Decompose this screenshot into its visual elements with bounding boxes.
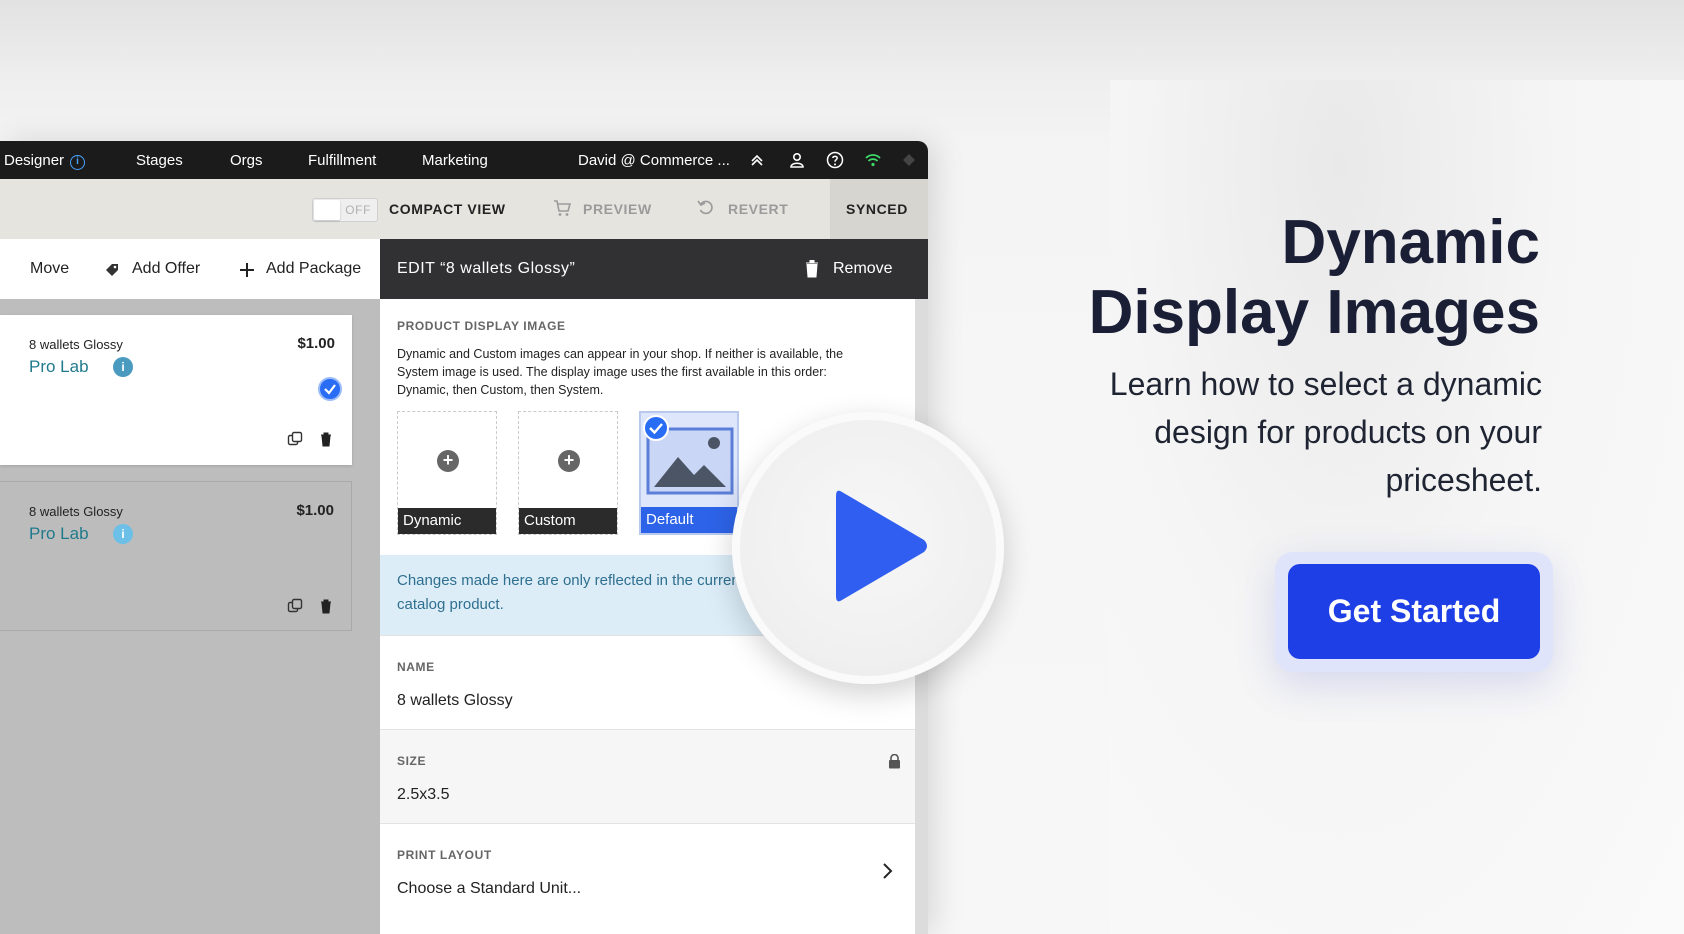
remove-button[interactable]: Remove <box>833 260 893 278</box>
hero-title-line-2: Display Images <box>1088 278 1540 347</box>
nav-stages[interactable]: Stages <box>136 152 183 169</box>
size-field: SIZE 2.5x3.5 <box>380 729 915 823</box>
selected-check-icon <box>643 415 669 441</box>
name-value: 8 wallets Glossy <box>397 692 513 709</box>
product-lab: Pro Lab <box>29 357 89 376</box>
trash-icon[interactable] <box>318 598 334 614</box>
info-icon[interactable]: i <box>70 155 86 170</box>
product-lab: Pro Lab <box>29 524 89 543</box>
wifi-icon <box>865 154 881 167</box>
move-button[interactable]: Move <box>30 260 69 278</box>
compact-view-label: COMPACT VIEW <box>389 201 506 217</box>
hero-subtitle: Learn how to select a dynamic design for… <box>1109 366 1542 498</box>
top-nav: Designer i Stages Orgs Fulfillment Market… <box>0 141 928 179</box>
revert-button[interactable]: REVERT <box>728 201 788 217</box>
print-layout-label: PRINT LAYOUT <box>397 848 492 862</box>
synced-status: SYNCED <box>830 179 928 239</box>
name-label: NAME <box>397 660 435 674</box>
toolbar: OFF COMPACT VIEW PREVIEW REVERT SYNCED <box>0 179 928 239</box>
trash-icon <box>806 260 818 278</box>
toggle-state-label: OFF <box>345 203 371 217</box>
tag-icon <box>106 264 118 276</box>
add-offer-button[interactable]: Add Offer <box>132 260 200 278</box>
info-icon[interactable]: i <box>113 357 133 377</box>
size-value: 2.5x3.5 <box>397 786 450 803</box>
add-icon: + <box>437 450 459 472</box>
product-card[interactable]: 8 wallets Glossy $1.00 Pro Lab i <box>0 481 352 631</box>
tile-label: Default <box>641 507 737 533</box>
size-label: SIZE <box>397 754 427 768</box>
add-package-button[interactable]: Add Package <box>266 260 361 278</box>
action-bar: Move Add Offer Add Package <box>0 239 380 299</box>
chevron-right-icon <box>883 863 893 879</box>
play-video-button[interactable] <box>732 412 1004 684</box>
edit-title: EDIT “8 wallets Glossy” <box>397 260 576 277</box>
tile-label: Custom <box>519 508 617 534</box>
status-diamond-icon <box>903 154 915 166</box>
dynamic-image-tile[interactable]: + Dynamic <box>397 411 497 535</box>
product-name: 8 wallets Glossy <box>29 504 123 519</box>
duplicate-icon[interactable] <box>287 598 303 614</box>
nav-marketing[interactable]: Marketing <box>422 152 488 169</box>
print-layout-value: Choose a Standard Unit... <box>397 880 582 897</box>
selected-check-icon[interactable] <box>318 377 342 401</box>
edit-header: EDIT “8 wallets Glossy” Remove <box>380 239 928 299</box>
nav-designer-label: Designer <box>4 152 65 169</box>
nav-designer[interactable]: Designer i <box>4 152 86 170</box>
user-icon[interactable] <box>788 151 806 169</box>
play-icon <box>836 490 927 602</box>
help-icon[interactable] <box>826 151 844 169</box>
product-display-image-label: PRODUCT DISPLAY IMAGE <box>397 319 566 333</box>
product-card[interactable]: 8 wallets Glossy $1.00 Pro Lab i <box>0 315 352 465</box>
product-list: 8 wallets Glossy $1.00 Pro Lab i 8 walle… <box>0 299 380 934</box>
revert-icon <box>697 200 713 215</box>
preview-button[interactable]: PREVIEW <box>583 201 652 217</box>
product-price: $1.00 <box>297 335 335 352</box>
product-price: $1.00 <box>296 502 334 519</box>
collapse-up-icon[interactable] <box>748 151 766 169</box>
product-display-image-description: Dynamic and Custom images can appear in … <box>397 347 844 397</box>
hero-title: Dynamic Display Images <box>1089 208 1540 348</box>
add-icon: + <box>558 450 580 472</box>
lock-icon <box>889 754 900 769</box>
synced-label: SYNCED <box>846 201 908 217</box>
compact-view-toggle[interactable]: OFF <box>312 198 378 222</box>
plus-icon <box>240 263 254 277</box>
default-image-tile[interactable]: Default <box>639 411 739 535</box>
product-name: 8 wallets Glossy <box>29 337 123 352</box>
get-started-button[interactable]: Get Started <box>1288 564 1540 659</box>
info-icon[interactable]: i <box>113 524 133 544</box>
print-layout-field[interactable]: PRINT LAYOUT Choose a Standard Unit... <box>380 823 915 917</box>
tile-label: Dynamic <box>398 508 496 534</box>
toggle-knob <box>314 200 340 220</box>
user-menu[interactable]: David @ Commerce ... <box>578 152 730 169</box>
trash-icon[interactable] <box>318 431 334 447</box>
cart-icon <box>554 200 572 216</box>
duplicate-icon[interactable] <box>287 431 303 447</box>
nav-fulfillment[interactable]: Fulfillment <box>308 152 376 169</box>
hero-title-line-1: Dynamic <box>1281 208 1540 277</box>
custom-image-tile[interactable]: + Custom <box>518 411 618 535</box>
nav-orgs[interactable]: Orgs <box>230 152 263 169</box>
